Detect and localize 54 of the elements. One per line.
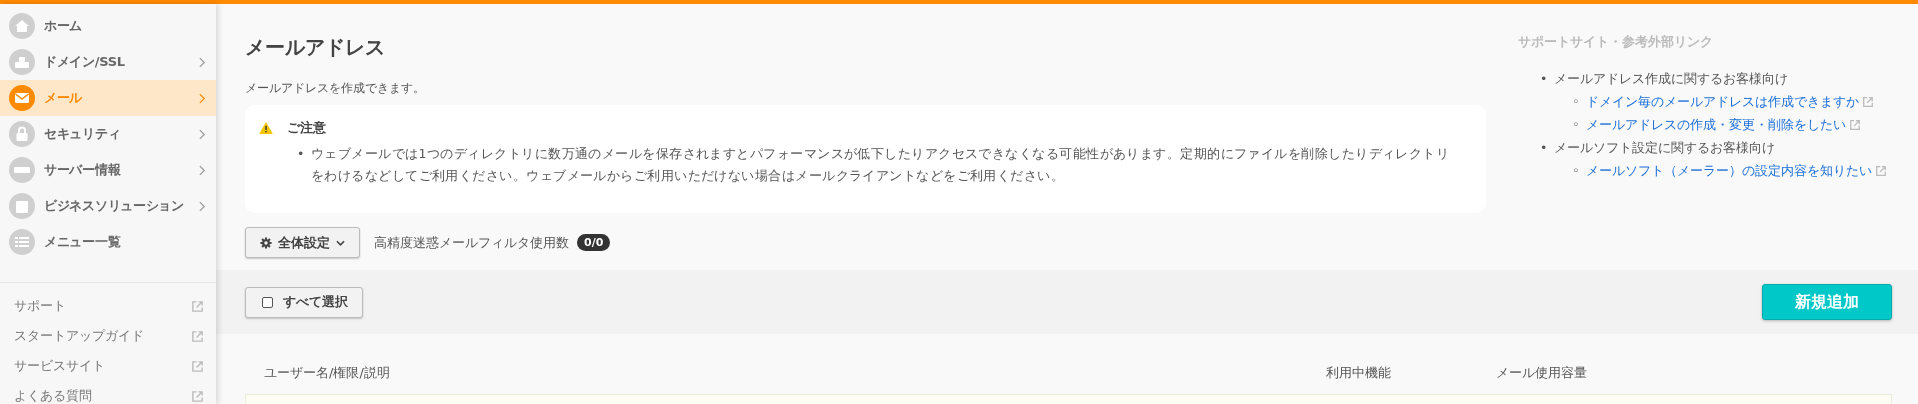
external-link-icon [191,359,204,373]
chevron-icon [199,56,206,68]
support-group-label: メールソフト設定に関するお客様向け [1554,139,1775,157]
caret-icon [336,239,345,246]
settings-button[interactable]: 全体設定 [245,227,360,258]
home-icon [9,13,35,39]
bullet: ◦ [1572,116,1581,134]
filter-label: 高精度迷惑メールフィルタ使用数 [374,233,569,252]
support-link[interactable]: メールソフト（メーラー）の設定内容を知りたい [1586,159,1872,182]
bullet: • [297,145,306,163]
sidebar-link[interactable]: サービスサイト [14,351,204,381]
support-group-label: メールアドレス作成に関するお客様向け [1554,70,1788,88]
support-link[interactable]: ドメイン毎のメールアドレスは作成できますか [1586,90,1859,113]
sidebar-item[interactable]: ビジネスソリューション [0,188,216,224]
support-title: サポートサイト・参考外部リンク [1518,34,1714,51]
envelope-icon [9,85,35,111]
external-link-icon [1849,118,1861,131]
sidebar-item[interactable]: サーバー情報 [0,152,216,188]
external-link-icon [1875,164,1887,177]
chevron-icon [199,92,206,104]
count-badge: 0/0 [577,234,611,251]
page-description: メールアドレスを作成できます。 [245,80,426,97]
sidebar-link[interactable]: よくある質問 [14,381,204,404]
warning-icon [259,122,273,134]
column-header: メール使用容量 [1496,364,1587,382]
bullet: • [1540,70,1549,88]
chevron-icon [199,128,206,140]
select-all-button[interactable]: すべて選択 [245,286,363,318]
column-header: ユーザー名/権限/説明 [264,364,391,382]
column-header: 利用中機能 [1326,364,1392,382]
external-link-icon [191,389,204,403]
external-link-icon [1862,95,1874,108]
chevron-icon [199,200,206,212]
notice-text: ウェブメールでは1つのディレクトリに数万通のメールを保存されますとパフォーマンスが低下したりアクセスできなくなる可能性があります。定期的にファイルを削除したりディレクトリをわけるなどしてご利用ください。ウェブメールからご利用いただけない場合はメールクライアントなどをご利用ください。 [311,145,1451,185]
checkbox[interactable] [262,296,273,308]
suitcase-icon [9,193,35,219]
external-link-icon [191,299,204,313]
sidebar-item[interactable]: セキュリティ [0,116,216,152]
server-icon [9,157,35,183]
sidebar-item[interactable]: ホーム [0,8,216,44]
sidebar-link[interactable]: サポート [14,291,204,321]
sidebar-item[interactable]: メニュー一覧 [0,224,216,260]
gear-icon [260,236,272,249]
sidebar-item[interactable]: ドメイン/SSL [0,44,216,80]
bullet: • [1540,139,1549,157]
sidebar-link[interactable]: スタートアップガイド [14,321,204,351]
list-icon [9,229,35,255]
chevron-icon [199,164,206,176]
support-link[interactable]: メールアドレスの作成・変更・削除をしたい [1586,113,1846,136]
external-link-icon [191,329,204,343]
notice-title: ご注意 [287,119,326,137]
bullet: ◦ [1572,162,1581,180]
page-title: メールアドレス [245,34,386,60]
bullet: ◦ [1572,93,1581,111]
